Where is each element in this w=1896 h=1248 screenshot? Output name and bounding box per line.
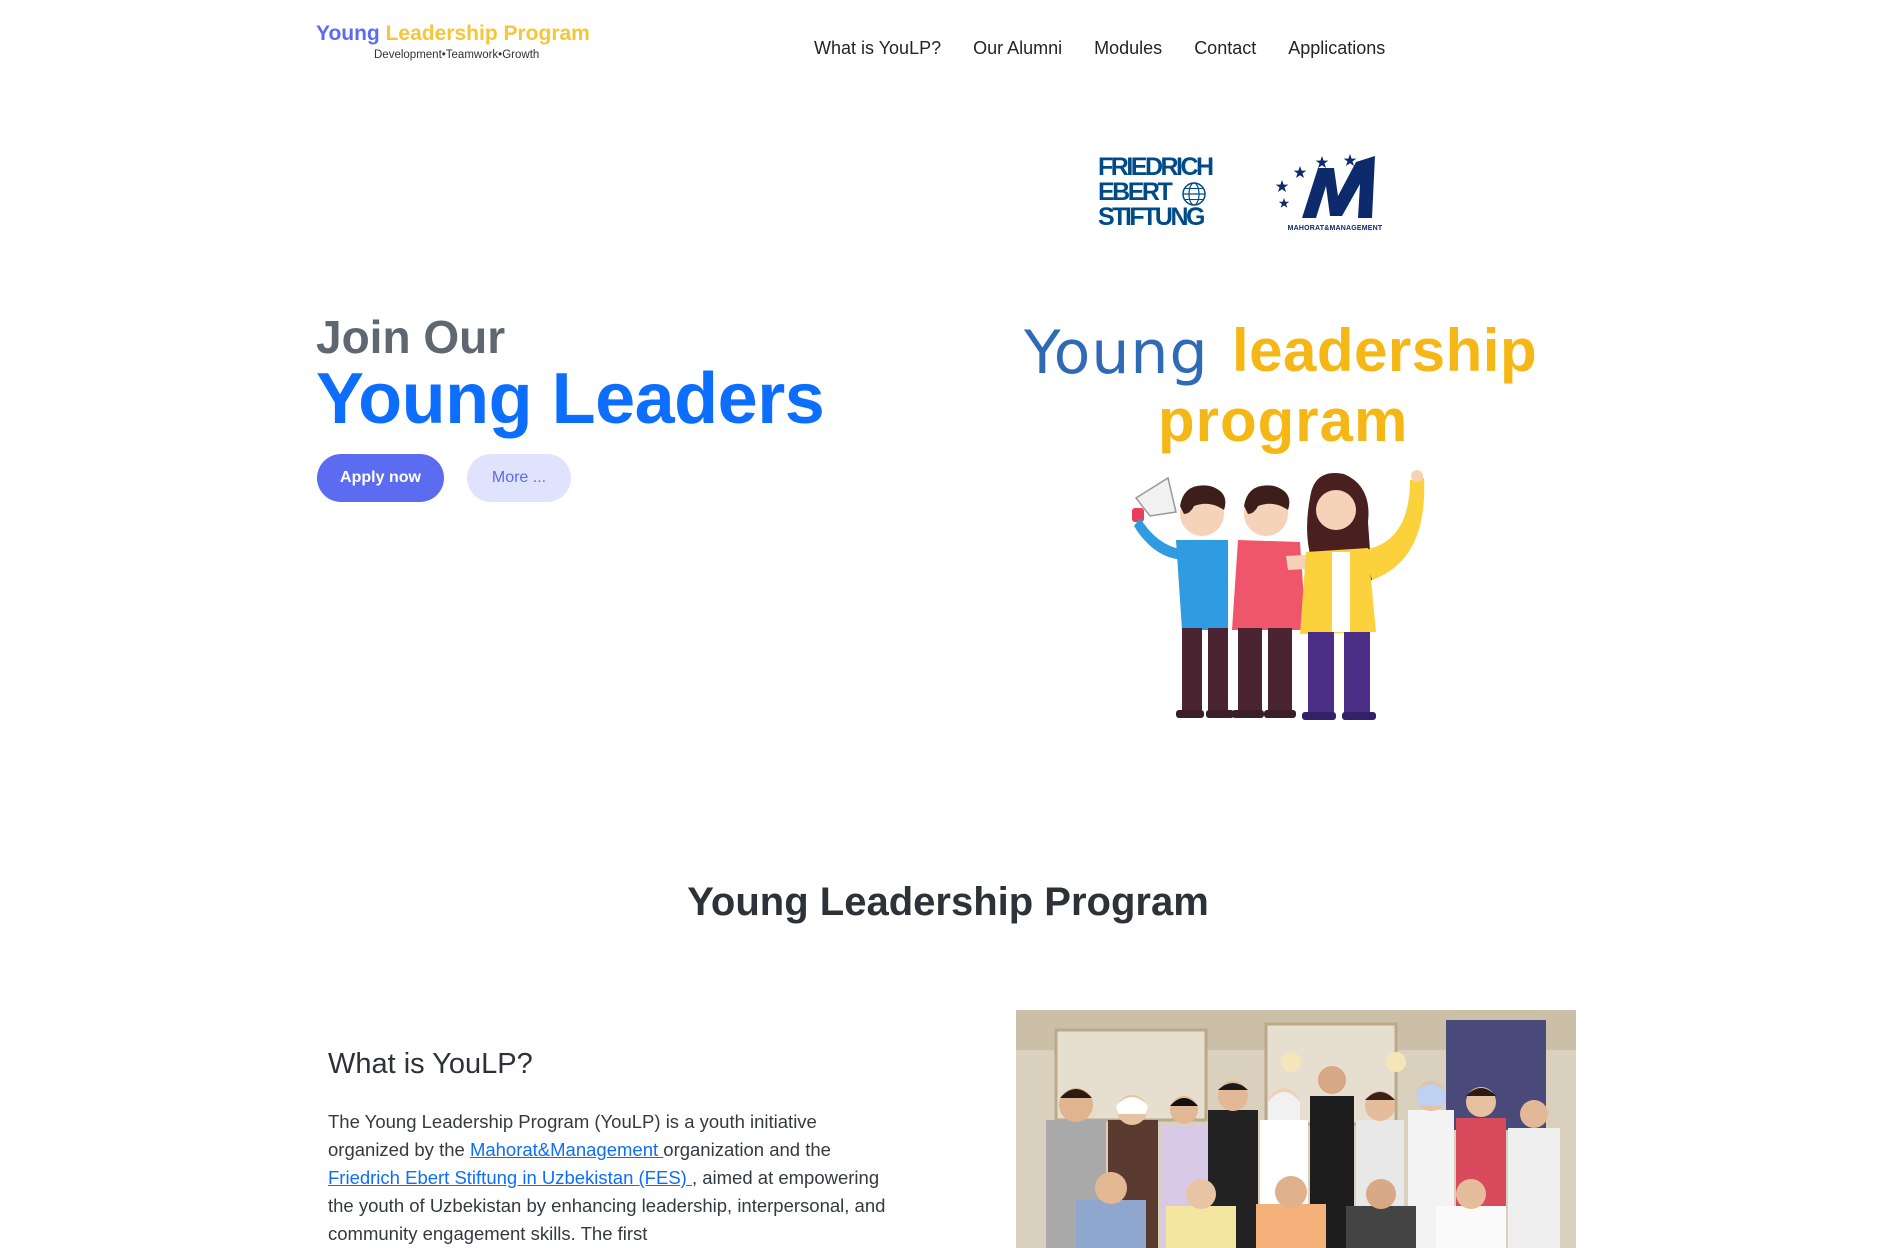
brand-title-young: Young bbox=[316, 22, 380, 45]
section-title: Young Leadership Program bbox=[687, 880, 1209, 924]
more-button[interactable]: More ... bbox=[467, 454, 571, 502]
mahorat-m-icon bbox=[1275, 154, 1375, 218]
navbar: Young Leadership Program Development•Tea… bbox=[0, 0, 1896, 100]
mahorat-management-logo: MAHORAT&MANAGEMENT bbox=[1272, 150, 1398, 232]
nav-link-contact[interactable]: Contact bbox=[1178, 38, 1272, 59]
brand-logo[interactable]: Young Leadership Program Development•Tea… bbox=[316, 22, 596, 61]
hero-title-big: Young Leaders bbox=[316, 359, 825, 439]
main-nav: What is YouLP? Our Alumni Modules Contac… bbox=[814, 38, 1401, 59]
brand-title-program: Leadership Program bbox=[385, 22, 590, 45]
about-heading: What is YouLP? bbox=[328, 1048, 533, 1080]
hero-illustration: Young leadership program bbox=[1020, 310, 1560, 730]
fes-logo: FRIEDRICH EBERT STIFTUNG bbox=[1098, 155, 1226, 231]
illustration-word-program: program bbox=[1158, 387, 1409, 454]
globe-icon bbox=[1182, 182, 1206, 206]
group-photo-image bbox=[1016, 1010, 1576, 1248]
illustration-word-leadership: leadership bbox=[1232, 317, 1538, 384]
fes-logo-line1: FRIEDRICH bbox=[1098, 153, 1214, 181]
nav-link-modules[interactable]: Modules bbox=[1078, 38, 1178, 59]
people-group-illustration bbox=[1132, 470, 1425, 720]
group-photo bbox=[1016, 1010, 1576, 1248]
brand-title: Young Leadership Program bbox=[316, 22, 596, 46]
brand-tagline: Development•Teamwork•Growth bbox=[374, 49, 540, 61]
mahorat-management-link[interactable]: Mahorat&Management bbox=[470, 1139, 663, 1160]
fes-logo-line3: STIFTUNG bbox=[1098, 203, 1206, 231]
nav-link-our-alumni[interactable]: Our Alumni bbox=[957, 38, 1078, 59]
person-yellow bbox=[1300, 470, 1425, 720]
about-text-part2: organization and the bbox=[663, 1139, 831, 1160]
nav-link-applications[interactable]: Applications bbox=[1272, 38, 1401, 59]
nav-link-what-is-youlp[interactable]: What is YouLP? bbox=[814, 38, 957, 59]
mahorat-management-label: MAHORAT&MANAGEMENT bbox=[1287, 225, 1383, 232]
megaphone-icon bbox=[1132, 476, 1177, 522]
fes-uzbekistan-link[interactable]: Friedrich Ebert Stiftung in Uzbekistan (… bbox=[328, 1167, 692, 1188]
person-blue bbox=[1134, 485, 1234, 718]
about-paragraph: The Young Leadership Program (YouLP) is … bbox=[328, 1108, 898, 1248]
hero-title-small: Join Our bbox=[316, 311, 506, 363]
apply-now-button[interactable]: Apply now bbox=[317, 454, 444, 502]
illustration-word-young: Young bbox=[1024, 318, 1209, 388]
